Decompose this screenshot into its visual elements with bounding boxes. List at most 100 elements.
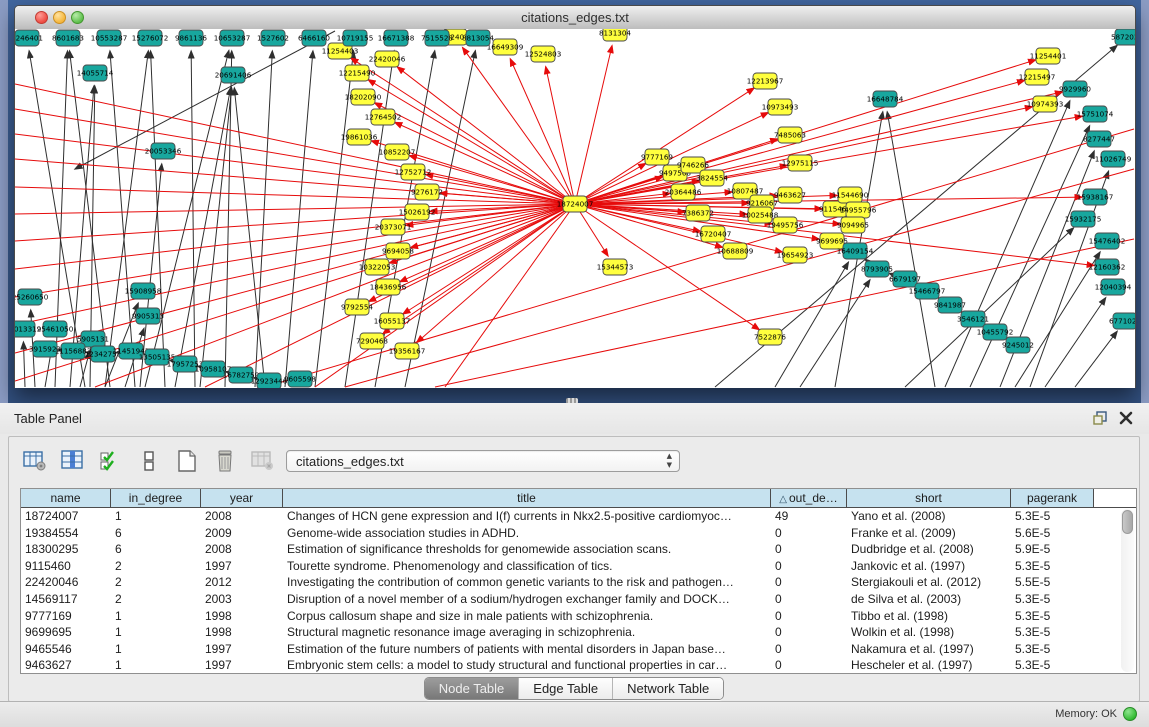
table-cell[interactable]: 2009 [201, 525, 283, 542]
table-cell[interactable]: 1998 [201, 608, 283, 625]
table-cell[interactable]: 5.3E-5 [1011, 624, 1094, 641]
graph-node[interactable]: 15932175 [1065, 211, 1102, 227]
table-cell[interactable]: 1 [111, 608, 201, 625]
graph-node[interactable]: 16013319 [15, 321, 42, 337]
table-selector-dropdown[interactable]: citations_edges.txt ▲▼ [286, 450, 680, 472]
graph-edge[interactable] [887, 112, 935, 387]
graph-node[interactable]: 12524803 [525, 46, 562, 62]
table-cell[interactable]: 5.3E-5 [1011, 608, 1094, 625]
scrollbar-thumb[interactable] [1122, 510, 1133, 534]
network-canvas[interactable]: 1872400711254403122154902242004618202090… [15, 29, 1135, 388]
create-table-icon[interactable] [173, 449, 200, 473]
graph-node[interactable]: 14055714 [77, 65, 114, 81]
graph-edge[interactable] [1045, 298, 1106, 387]
table-cell[interactable]: 2008 [201, 508, 283, 525]
tab-node-table[interactable]: Node Table [425, 678, 520, 699]
table-cell[interactable]: de Silva et al. (2003) [847, 591, 1011, 608]
table-vertical-scrollbar[interactable] [1121, 509, 1134, 672]
table-cell[interactable]: 18300295 [21, 541, 111, 558]
table-row[interactable]: 977716911998Corpus callosum shape and si… [21, 608, 1136, 625]
column-header-out_de[interactable]: △out_de… [771, 489, 847, 507]
table-cell[interactable]: 2008 [201, 541, 283, 558]
graph-node[interactable]: 25461050 [37, 321, 74, 337]
table-cell[interactable]: 18724007 [21, 508, 111, 525]
table-cell[interactable]: 49 [771, 508, 847, 525]
graph-node[interactable]: 9694058 [382, 243, 414, 259]
graph-edge[interactable] [15, 204, 575, 297]
table-cell[interactable]: 9777169 [21, 608, 111, 625]
graph-edge[interactable] [255, 51, 272, 387]
graph-node[interactable]: 12215490 [339, 65, 376, 81]
graph-edge[interactable] [200, 88, 232, 387]
tab-network-table[interactable]: Network Table [613, 678, 723, 699]
table-cell[interactable]: 0 [771, 525, 847, 542]
column-header-year[interactable]: year [201, 489, 283, 507]
table-cell[interactable]: 6 [111, 541, 201, 558]
table-cell[interactable]: 5.5E-5 [1011, 574, 1094, 591]
graph-node[interactable]: 12213967 [747, 73, 784, 89]
graph-node[interactable]: 9463627 [774, 187, 806, 203]
table-cell[interactable]: 5.3E-5 [1011, 657, 1094, 674]
graph-node[interactable]: 16055137 [374, 313, 411, 329]
table-cell[interactable]: 5.3E-5 [1011, 591, 1094, 608]
graph-edge[interactable] [23, 342, 25, 387]
table-cell[interactable]: 6 [111, 525, 201, 542]
graph-node[interactable]: 6771026 [1109, 313, 1135, 329]
table-row[interactable]: 1456911722003Disruption of a novel membe… [21, 591, 1136, 608]
graph-node[interactable]: 20691406 [215, 67, 252, 83]
table-cell[interactable]: 14569117 [21, 591, 111, 608]
graph-node[interactable]: 8131304 [599, 29, 631, 41]
table-cell[interactable]: 2 [111, 574, 201, 591]
table-cell[interactable]: 9699695 [21, 624, 111, 641]
table-cell[interactable]: 9465546 [21, 641, 111, 658]
zoom-window-button[interactable] [71, 11, 84, 24]
graph-node[interactable]: 9905313 [132, 308, 164, 324]
select-columns-icon[interactable] [97, 449, 124, 473]
graph-node[interactable]: 10852207 [379, 144, 416, 160]
graph-node[interactable]: 10653287 [214, 30, 251, 46]
table-cell[interactable]: Estimation of significance thresholds fo… [283, 541, 771, 558]
window-titlebar[interactable]: citations_edges.txt [15, 6, 1135, 30]
table-cell[interactable]: Estimation of the future numbers of pati… [283, 641, 771, 658]
graph-edge[interactable] [575, 46, 612, 204]
graph-node[interactable]: 7522876 [754, 329, 786, 345]
table-cell[interactable]: 5.3E-5 [1011, 558, 1094, 575]
network-view[interactable]: 1872400711254403122154902242004618202090… [15, 29, 1135, 388]
graph-node[interactable]: 19356167 [389, 343, 426, 359]
graph-edge[interactable] [285, 51, 313, 387]
table-cell[interactable]: Tourette syndrome. Phenomenology and cla… [283, 558, 771, 575]
graph-node[interactable]: 8813054 [462, 30, 494, 46]
table-cell[interactable]: 1 [111, 508, 201, 525]
table-cell[interactable]: Embryonic stem cells: a model to study s… [283, 657, 771, 674]
graph-node[interactable]: 12040394 [1095, 279, 1132, 295]
column-header-in_degree[interactable]: in_degree [111, 489, 201, 507]
table-cell[interactable]: 1 [111, 657, 201, 674]
graph-node[interactable]: 19861036 [341, 129, 378, 145]
table-cell[interactable]: 0 [771, 641, 847, 658]
float-panel-icon[interactable] [1091, 409, 1109, 427]
close-panel-icon[interactable] [1117, 409, 1135, 427]
graph-node[interactable]: 7290468 [356, 333, 388, 349]
graph-node[interactable]: 15751074 [1077, 106, 1114, 122]
graph-node[interactable]: 9246401 [15, 30, 43, 46]
graph-edge[interactable] [575, 92, 1062, 204]
table-cell[interactable]: 2012 [201, 574, 283, 591]
delete-table-icon[interactable] [211, 449, 238, 473]
graph-node[interactable]: 22420046 [369, 51, 406, 67]
table-cell[interactable]: Dudbridge et al. (2008) [847, 541, 1011, 558]
graph-node[interactable]: 9861136 [175, 30, 207, 46]
column-header-short[interactable]: short [847, 489, 1011, 507]
table-cell[interactable]: Corpus callosum shape and size in male p… [283, 608, 771, 625]
table-cell[interactable]: Yano et al. (2008) [847, 508, 1011, 525]
table-cell[interactable]: Disruption of a novel member of a sodium… [283, 591, 771, 608]
table-cell[interactable]: 5.3E-5 [1011, 641, 1094, 658]
graph-node[interactable]: 16671388 [378, 30, 415, 46]
table-row[interactable]: 946362711997Embryonic stem cells: a mode… [21, 657, 1136, 674]
column-header-pagerank[interactable]: pagerank [1011, 489, 1094, 507]
graph-node[interactable]: 9929960 [1059, 81, 1091, 97]
graph-node[interactable]: 12215497 [1019, 69, 1056, 85]
table-cell[interactable]: Tibbo et al. (1998) [847, 608, 1011, 625]
table-row[interactable]: 969969511998Structural magnetic resonanc… [21, 624, 1136, 641]
graph-node[interactable]: 15276072 [132, 30, 169, 46]
table-row[interactable]: 911546021997Tourette syndrome. Phenomeno… [21, 558, 1136, 575]
